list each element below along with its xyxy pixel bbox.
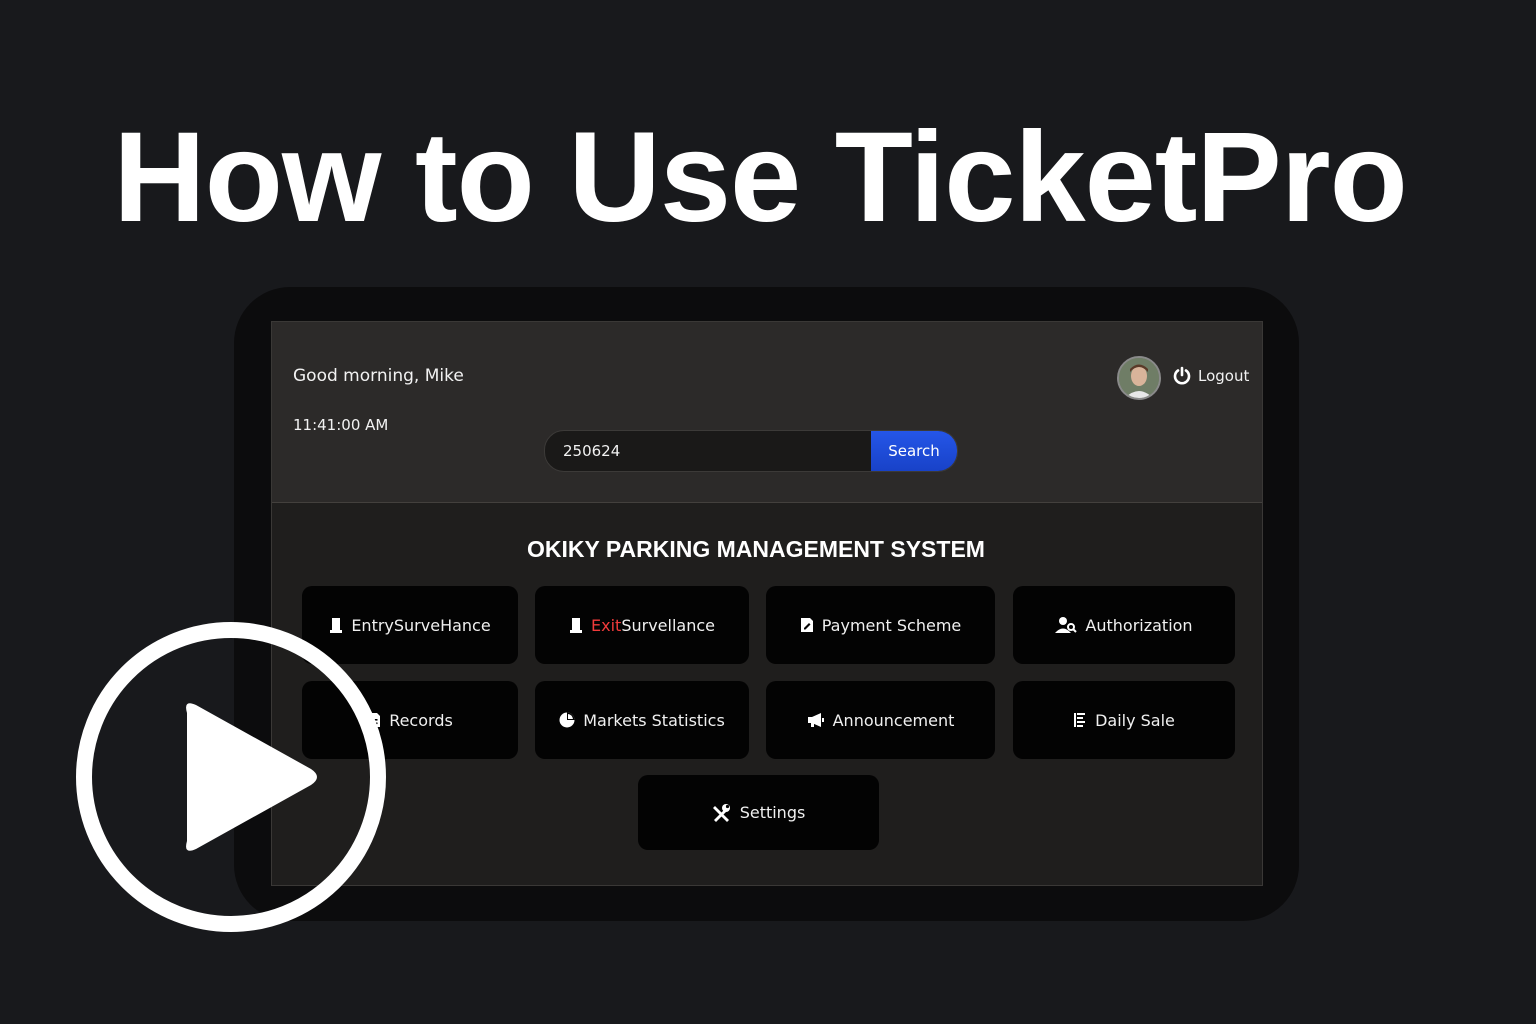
announcement-label: Announcement xyxy=(832,710,955,730)
search-input[interactable] xyxy=(545,431,855,471)
exit-highlight: Exit xyxy=(591,615,622,635)
avatar[interactable] xyxy=(1117,356,1161,400)
records-label: Records xyxy=(389,710,453,730)
current-time: 11:41:00 AM xyxy=(293,416,389,434)
daily-sale-label: Daily Sale xyxy=(1095,710,1175,730)
edit-doc-icon xyxy=(800,618,813,632)
greeting-text: Good morning, Mike xyxy=(293,366,464,386)
settings-label: Settings xyxy=(739,803,806,822)
user-key-icon xyxy=(1055,617,1078,633)
exit-surveillance-label: ExitSurvellance xyxy=(591,616,715,635)
list-icon xyxy=(1074,713,1086,727)
power-icon xyxy=(1173,366,1191,385)
authorization-button[interactable]: Authorization xyxy=(1013,586,1235,664)
markets-statistics-label: Markets Statistics xyxy=(583,710,725,730)
app-header: Good morning, Mike 11:41:00 AM Logout Se… xyxy=(272,322,1262,503)
search-bar: Search xyxy=(544,430,958,472)
megaphone-icon xyxy=(807,713,824,727)
payment-scheme-button[interactable]: Payment Scheme xyxy=(766,586,995,664)
system-title: OKIKY PARKING MANAGEMENT SYSTEM xyxy=(527,536,985,562)
daily-sale-button[interactable]: Daily Sale xyxy=(1013,681,1235,759)
video-title: How to Use TicketPro xyxy=(113,106,1408,249)
tools-icon xyxy=(712,803,730,822)
announcement-button[interactable]: Announcement xyxy=(766,681,995,759)
user-avatar-icon xyxy=(1119,358,1159,398)
markets-statistics-button[interactable]: Markets Statistics xyxy=(535,681,749,759)
authorization-label: Authorization xyxy=(1085,615,1193,635)
pie-chart-icon xyxy=(559,712,575,728)
app-screen: Good morning, Mike 11:41:00 AM Logout Se… xyxy=(271,321,1263,886)
payment-scheme-label: Payment Scheme xyxy=(821,615,962,635)
exit-surveillance-button[interactable]: ExitSurvellance xyxy=(535,586,749,664)
logout-label: Logout xyxy=(1198,367,1250,385)
exit-suffix: Survellance xyxy=(621,615,715,635)
search-button[interactable]: Search xyxy=(871,431,957,471)
post-icon xyxy=(570,618,583,633)
play-icon[interactable] xyxy=(75,621,387,933)
logout-button[interactable]: Logout xyxy=(1172,366,1249,386)
settings-button[interactable]: Settings xyxy=(638,775,879,850)
